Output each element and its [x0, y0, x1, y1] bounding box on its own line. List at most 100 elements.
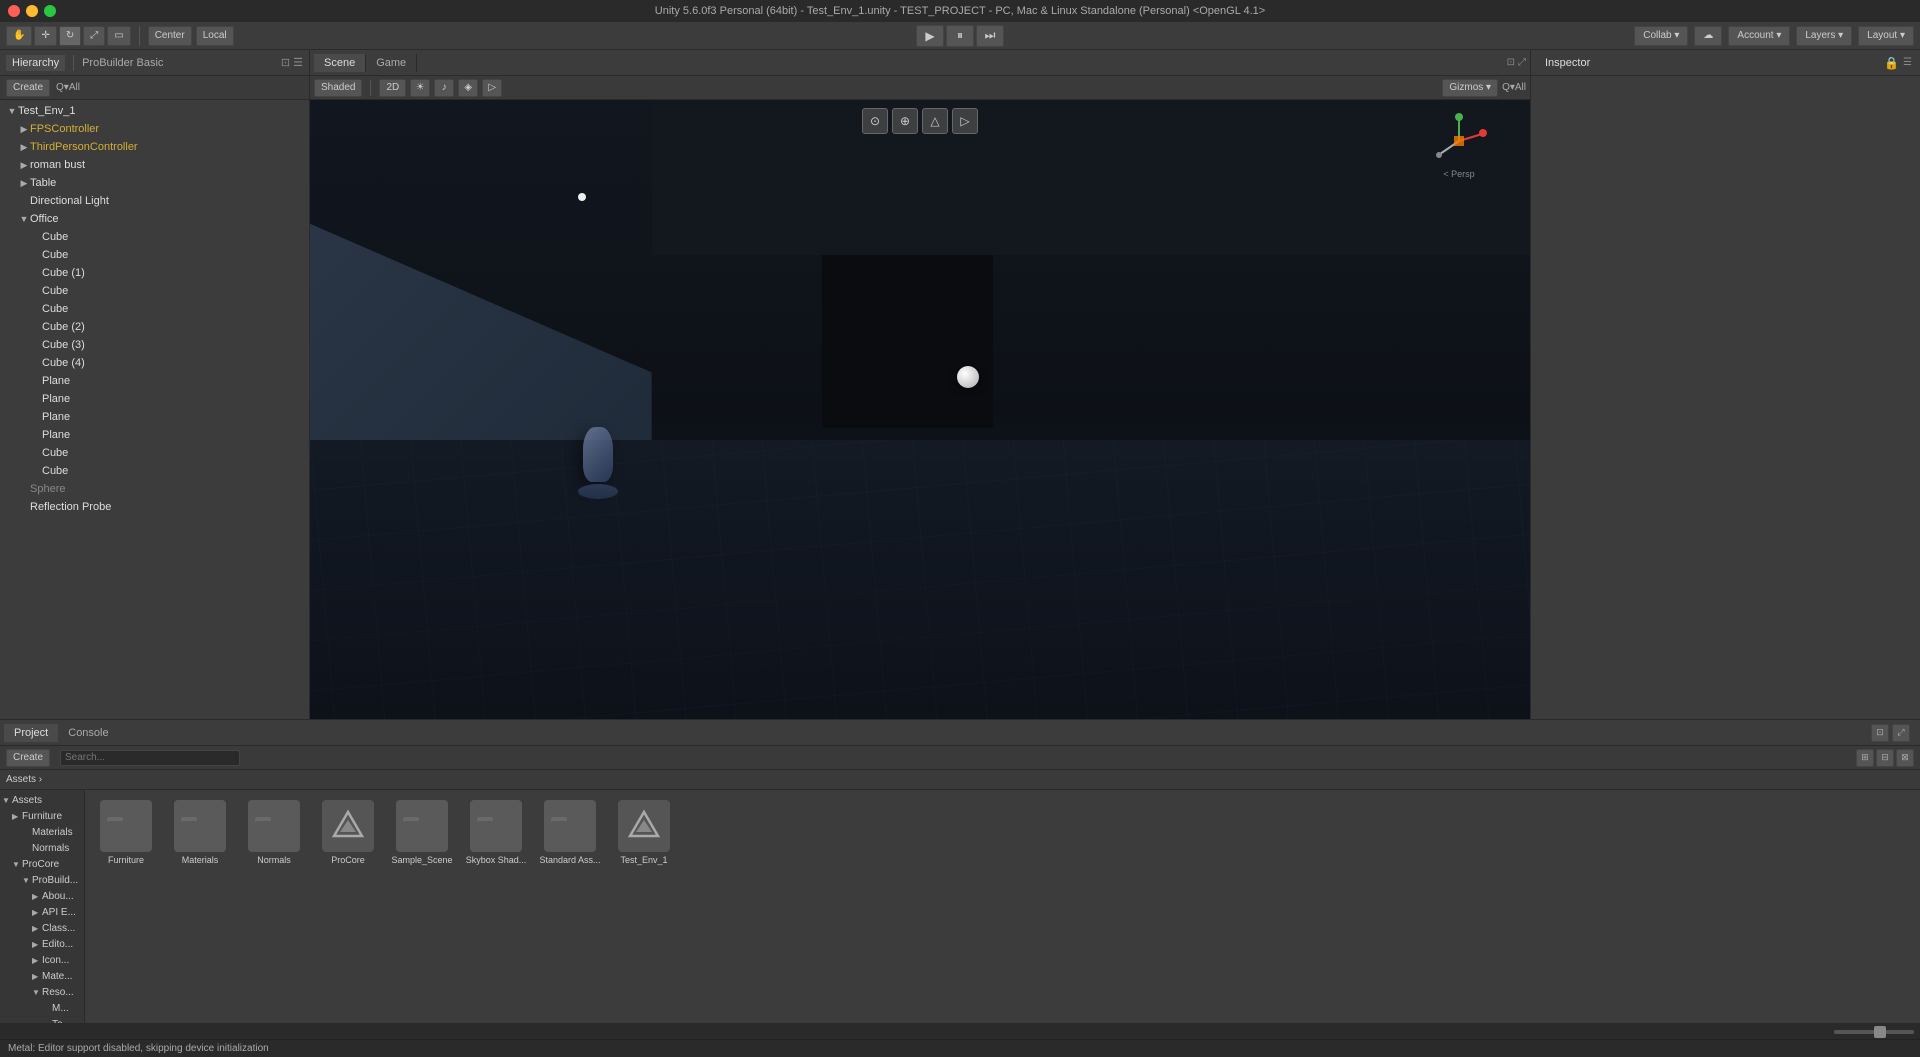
- maximize-button[interactable]: [44, 5, 56, 17]
- tree-item-cube5[interactable]: Cube: [0, 300, 309, 318]
- move-tool-button[interactable]: ✛: [34, 26, 56, 46]
- proj-probuild[interactable]: ▼ ProBuild...: [0, 872, 84, 888]
- cloud-button[interactable]: ☁: [1694, 26, 1722, 46]
- bottom-ctrl-3[interactable]: ⊠: [1896, 749, 1914, 767]
- bottom-ctrl-2[interactable]: ⊟: [1876, 749, 1894, 767]
- tree-item-reflectionprobe[interactable]: Reflection Probe: [0, 498, 309, 516]
- scene-overlay-btn-4[interactable]: ▷: [952, 108, 978, 134]
- proj-mate[interactable]: ▶ Mate...: [0, 968, 84, 984]
- tree-item-cube1[interactable]: Cube: [0, 228, 309, 246]
- hierarchy-tab[interactable]: Hierarchy: [6, 55, 65, 71]
- window-controls[interactable]: [8, 5, 56, 17]
- tree-item-sphere[interactable]: Sphere: [0, 480, 309, 498]
- inspector-tab[interactable]: Inspector: [1539, 55, 1596, 71]
- proj-assets[interactable]: ▼ Assets: [0, 792, 84, 808]
- asset-normals[interactable]: Normals: [239, 796, 309, 869]
- scene-tab[interactable]: Scene: [314, 54, 366, 72]
- probuilder-tab[interactable]: ProBuilder Basic: [82, 57, 163, 69]
- scene-overlay-btn-3[interactable]: △: [922, 108, 948, 134]
- hierarchy-create-button[interactable]: Create: [6, 79, 50, 97]
- tree-item-plane1[interactable]: Plane: [0, 372, 309, 390]
- tree-item-plane4[interactable]: Plane: [0, 426, 309, 444]
- tree-item-cube10[interactable]: Cube: [0, 462, 309, 480]
- slider-thumb[interactable]: [1874, 1026, 1886, 1038]
- zoom-slider[interactable]: [1834, 1030, 1914, 1034]
- tree-item-cube4[interactable]: Cube: [0, 282, 309, 300]
- proj-about[interactable]: ▶ Abou...: [0, 888, 84, 904]
- rect-tool-button[interactable]: ▭: [107, 26, 130, 46]
- scene-lock-icon[interactable]: ⊡: [1507, 57, 1515, 68]
- game-tab[interactable]: Game: [366, 54, 417, 72]
- proj-normals[interactable]: Normals: [0, 840, 84, 856]
- search-filter[interactable]: Q▾All: [56, 82, 80, 93]
- scene-light-icon[interactable]: ☀: [410, 79, 430, 97]
- rotate-tool-button[interactable]: ↻: [59, 26, 81, 46]
- scene-audio-icon[interactable]: ♪: [434, 79, 454, 97]
- local-button[interactable]: Local: [196, 26, 234, 46]
- proj-te[interactable]: Te...: [0, 1016, 84, 1023]
- bottom-ctrl-1[interactable]: ⊞: [1856, 749, 1874, 767]
- proj-m[interactable]: M...: [0, 1000, 84, 1016]
- tree-item-testenv[interactable]: ▼ Test_Env_1: [0, 102, 309, 120]
- step-button[interactable]: ⏭: [976, 25, 1004, 47]
- asset-skybox[interactable]: Skybox Shad...: [461, 796, 531, 869]
- proj-materials[interactable]: Materials: [0, 824, 84, 840]
- asset-standard[interactable]: Standard Ass...: [535, 796, 605, 869]
- tree-item-plane3[interactable]: Plane: [0, 408, 309, 426]
- pause-button[interactable]: ⏸: [946, 25, 974, 47]
- tree-item-cube7[interactable]: Cube (3): [0, 336, 309, 354]
- proj-icon[interactable]: ▶ Icon...: [0, 952, 84, 968]
- proj-editor[interactable]: ▶ Edito...: [0, 936, 84, 952]
- bottom-max-icon[interactable]: ⤢: [1892, 724, 1910, 742]
- hand-tool-button[interactable]: ✋: [6, 26, 32, 46]
- inspector-lock-icon[interactable]: 🔒: [1884, 56, 1899, 70]
- tree-item-fps[interactable]: ▶ FPSController: [0, 120, 309, 138]
- console-tab[interactable]: Console: [58, 724, 118, 742]
- layers-button[interactable]: Layers ▾: [1796, 26, 1852, 46]
- proj-reso[interactable]: ▼ Reso...: [0, 984, 84, 1000]
- tree-item-cube6[interactable]: Cube (2): [0, 318, 309, 336]
- asset-samplescene[interactable]: Sample_Scene: [387, 796, 457, 869]
- tree-item-table[interactable]: ▶ Table: [0, 174, 309, 192]
- 2d-button[interactable]: 2D: [379, 79, 406, 97]
- hierarchy-menu-icon[interactable]: ☰: [293, 56, 303, 69]
- project-search-input[interactable]: [60, 750, 240, 766]
- scene-view[interactable]: ⊙ ⊕ △ ▷: [310, 100, 1530, 719]
- shaded-button[interactable]: Shaded: [314, 79, 362, 97]
- inspector-menu-icon[interactable]: ☰: [1903, 57, 1912, 68]
- asset-testenv[interactable]: Test_Env_1: [609, 796, 679, 869]
- center-button[interactable]: Center: [148, 26, 192, 46]
- hierarchy-lock-icon[interactable]: ⊡: [281, 56, 290, 69]
- tree-item-office[interactable]: ▼ Office: [0, 210, 309, 228]
- scene-effects-icon[interactable]: ◈: [458, 79, 478, 97]
- minimize-button[interactable]: [26, 5, 38, 17]
- scene-search[interactable]: Q▾All: [1502, 82, 1526, 93]
- tree-item-cube8[interactable]: Cube (4): [0, 354, 309, 372]
- proj-procore[interactable]: ▼ ProCore: [0, 856, 84, 872]
- proj-furniture[interactable]: ▶ Furniture: [0, 808, 84, 824]
- scene-overlay-btn-1[interactable]: ⊙: [862, 108, 888, 134]
- gizmos-button[interactable]: Gizmos ▾: [1442, 79, 1498, 97]
- tree-item-directionallight[interactable]: Directional Light: [0, 192, 309, 210]
- proj-apie[interactable]: ▶ API E...: [0, 904, 84, 920]
- project-tab[interactable]: Project: [4, 724, 58, 742]
- tree-item-plane2[interactable]: Plane: [0, 390, 309, 408]
- collab-button[interactable]: Collab ▾: [1634, 26, 1688, 46]
- asset-procore[interactable]: ProCore: [313, 796, 383, 869]
- bottom-lock-icon[interactable]: ⊡: [1871, 724, 1889, 742]
- scale-tool-button[interactable]: ⤢: [83, 26, 105, 46]
- layout-button[interactable]: Layout ▾: [1858, 26, 1914, 46]
- account-button[interactable]: Account ▾: [1728, 26, 1790, 46]
- project-create-button[interactable]: Create: [6, 749, 50, 767]
- play-button[interactable]: ▶: [916, 25, 944, 47]
- tree-item-thirdperson[interactable]: ▶ ThirdPersonController: [0, 138, 309, 156]
- scene-camera-icon[interactable]: ▷: [482, 79, 502, 97]
- scene-overlay-btn-2[interactable]: ⊕: [892, 108, 918, 134]
- asset-furniture[interactable]: Furniture: [91, 796, 161, 869]
- tree-item-cube9[interactable]: Cube: [0, 444, 309, 462]
- scene-max-icon[interactable]: ⤢: [1518, 57, 1526, 68]
- asset-materials[interactable]: Materials: [165, 796, 235, 869]
- proj-class[interactable]: ▶ Class...: [0, 920, 84, 936]
- close-button[interactable]: [8, 5, 20, 17]
- tree-item-romanbust[interactable]: ▶ roman bust: [0, 156, 309, 174]
